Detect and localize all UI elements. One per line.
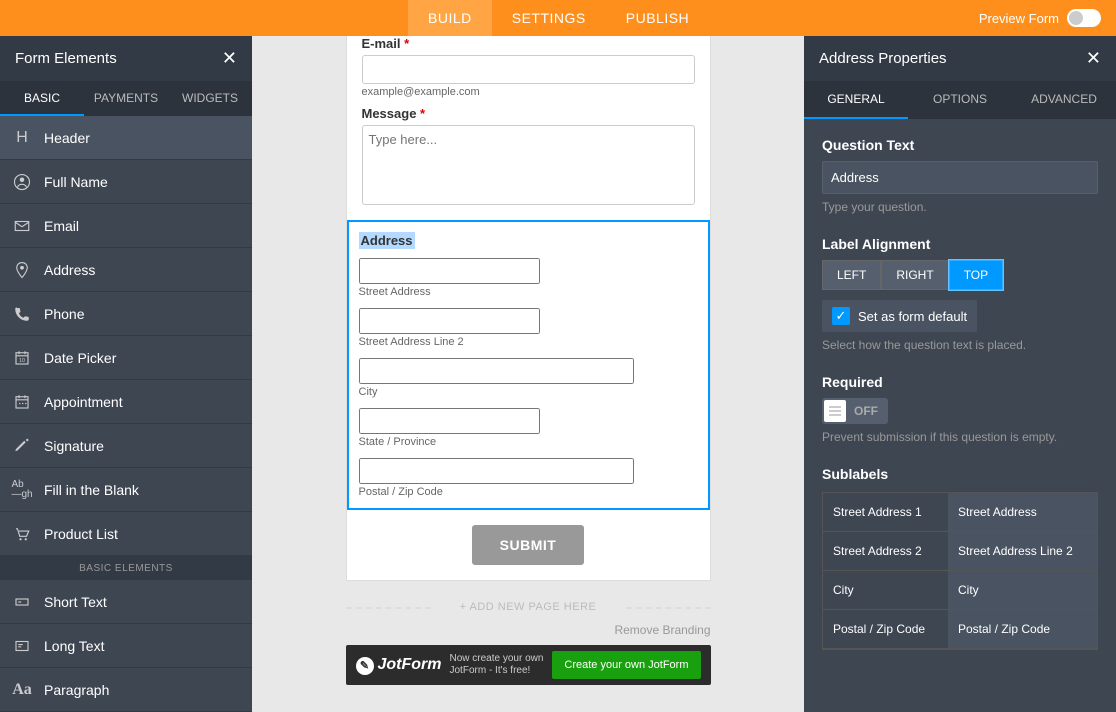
label-alignment-section: Label Alignment LEFT RIGHT TOP ✓ Set as …	[822, 236, 1098, 352]
element-signature[interactable]: Signature	[0, 424, 252, 468]
element-shorttext[interactable]: Short Text	[0, 580, 252, 624]
left-panel: Form Elements ✕ BASIC PAYMENTS WIDGETS H…	[0, 36, 252, 712]
element-appointment[interactable]: Appointment	[0, 380, 252, 424]
align-left-button[interactable]: LEFT	[822, 260, 881, 290]
toggle-knob-icon	[824, 400, 846, 422]
close-icon[interactable]: ✕	[1086, 48, 1101, 69]
properties-panel: Address Properties ✕ GENERAL OPTIONS ADV…	[804, 36, 1116, 712]
table-row[interactable]: Street Address 2Street Address Line 2	[823, 532, 1097, 571]
jotform-banner-text: Now create your own JotForm - It's free!	[450, 653, 553, 677]
paragraph-icon: Aa	[0, 681, 44, 699]
element-fillblank[interactable]: Ab—ghFill in the Blank	[0, 468, 252, 512]
calendar-check-icon	[0, 393, 44, 411]
remove-branding-link[interactable]: Remove Branding	[346, 623, 711, 637]
top-nav: BUILD SETTINGS PUBLISH	[408, 0, 709, 36]
question-text-section: Question Text Type your question.	[822, 137, 1098, 214]
element-fullname[interactable]: Full Name	[0, 160, 252, 204]
jotform-logo: JotForm	[356, 656, 442, 675]
element-longtext[interactable]: Long Text	[0, 624, 252, 668]
city-input[interactable]	[359, 358, 634, 384]
element-productlist[interactable]: Product List	[0, 512, 252, 556]
table-row[interactable]: CityCity	[823, 571, 1097, 610]
preview-label: Preview Form	[979, 11, 1059, 26]
field-message: Message *	[362, 106, 695, 210]
align-top-button[interactable]: TOP	[949, 260, 1003, 290]
table-row[interactable]: Postal / Zip CodePostal / Zip Code	[823, 610, 1097, 649]
street-input[interactable]	[359, 258, 540, 284]
element-datepicker[interactable]: 10Date Picker	[0, 336, 252, 380]
preview-form-toggle[interactable]: Preview Form	[979, 9, 1101, 27]
tab-widgets[interactable]: WIDGETS	[168, 81, 252, 116]
submit-button[interactable]: SUBMIT	[472, 525, 585, 565]
sublabels-table: Street Address 1Street Address Street Ad…	[822, 492, 1098, 650]
street2-input[interactable]	[359, 308, 540, 334]
properties-title: Address Properties	[819, 50, 947, 67]
tab-basic[interactable]: BASIC	[0, 81, 84, 116]
address-label: Address	[359, 232, 415, 249]
email-label: E-mail *	[362, 36, 695, 51]
element-address[interactable]: Address	[0, 248, 252, 292]
tab-settings[interactable]: SETTINGS	[492, 0, 606, 36]
field-address-selected[interactable]: Address Street Address Street Address Li…	[347, 220, 710, 510]
align-right-button[interactable]: RIGHT	[881, 260, 948, 290]
tab-general[interactable]: GENERAL	[804, 81, 908, 119]
pen-icon	[0, 437, 44, 455]
toggle-icon	[1067, 9, 1101, 27]
jotform-banner: JotForm Now create your own JotForm - It…	[346, 645, 711, 685]
svg-text:10: 10	[19, 357, 25, 363]
element-email[interactable]: Email	[0, 204, 252, 248]
tab-payments[interactable]: PAYMENTS	[84, 81, 168, 116]
top-bar: BUILD SETTINGS PUBLISH Preview Form	[0, 0, 1116, 36]
envelope-icon	[0, 217, 44, 235]
cart-icon	[0, 525, 44, 543]
message-textarea[interactable]	[362, 125, 695, 205]
user-icon	[0, 173, 44, 191]
tab-build[interactable]: BUILD	[408, 0, 492, 36]
element-category-tabs: BASIC PAYMENTS WIDGETS	[0, 81, 252, 116]
postal-input[interactable]	[359, 458, 634, 484]
element-header[interactable]: HHeader	[0, 116, 252, 160]
email-sublabel: example@example.com	[362, 86, 695, 98]
checkbox-checked-icon: ✓	[832, 307, 850, 325]
tab-advanced[interactable]: ADVANCED	[1012, 81, 1116, 119]
question-text-input[interactable]	[822, 161, 1098, 194]
sublabels-section: Sublabels Street Address 1Street Address…	[822, 466, 1098, 650]
set-default-checkbox[interactable]: ✓ Set as form default	[822, 300, 977, 332]
long-text-icon	[0, 637, 44, 655]
close-icon[interactable]: ✕	[222, 48, 237, 69]
calendar-icon: 10	[0, 349, 44, 367]
email-input[interactable]	[362, 55, 695, 84]
properties-tabs: GENERAL OPTIONS ADVANCED	[804, 81, 1116, 119]
properties-header: Address Properties ✕	[804, 36, 1116, 81]
phone-icon	[0, 305, 44, 323]
left-panel-header: Form Elements ✕	[0, 36, 252, 81]
elements-separator: BASIC ELEMENTS	[0, 556, 252, 580]
fill-blank-icon: Ab—gh	[0, 480, 44, 500]
create-jotform-button[interactable]: Create your own JotForm	[552, 651, 700, 679]
form-canvas[interactable]: E-mail * example@example.com Message * A…	[252, 36, 804, 712]
message-label: Message *	[362, 106, 695, 121]
required-toggle[interactable]: OFF	[822, 398, 888, 424]
element-phone[interactable]: Phone	[0, 292, 252, 336]
field-email: E-mail * example@example.com	[362, 36, 695, 98]
short-text-icon	[0, 593, 44, 611]
element-paragraph[interactable]: AaParagraph	[0, 668, 252, 712]
table-row[interactable]: Street Address 1Street Address	[823, 493, 1097, 532]
left-panel-title: Form Elements	[15, 50, 117, 67]
heading-icon: H	[0, 129, 44, 147]
tab-options[interactable]: OPTIONS	[908, 81, 1012, 119]
add-page-button[interactable]: + ADD NEW PAGE HERE	[346, 601, 711, 613]
location-icon	[0, 261, 44, 279]
form-card: E-mail * example@example.com Message * A…	[346, 36, 711, 581]
elements-list: HHeader Full Name Email Address Phone 10…	[0, 116, 252, 712]
required-section: Required OFF Prevent submission if this …	[822, 374, 1098, 444]
tab-publish[interactable]: PUBLISH	[606, 0, 709, 36]
state-input[interactable]	[359, 408, 540, 434]
